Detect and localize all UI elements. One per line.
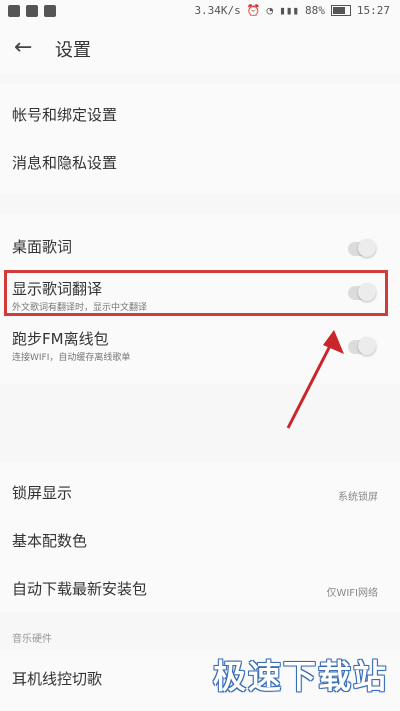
red-arrow-annotation — [286, 330, 344, 429]
watermark-logo: 极速下载站 — [213, 657, 388, 696]
arrow-shaft — [286, 337, 336, 429]
